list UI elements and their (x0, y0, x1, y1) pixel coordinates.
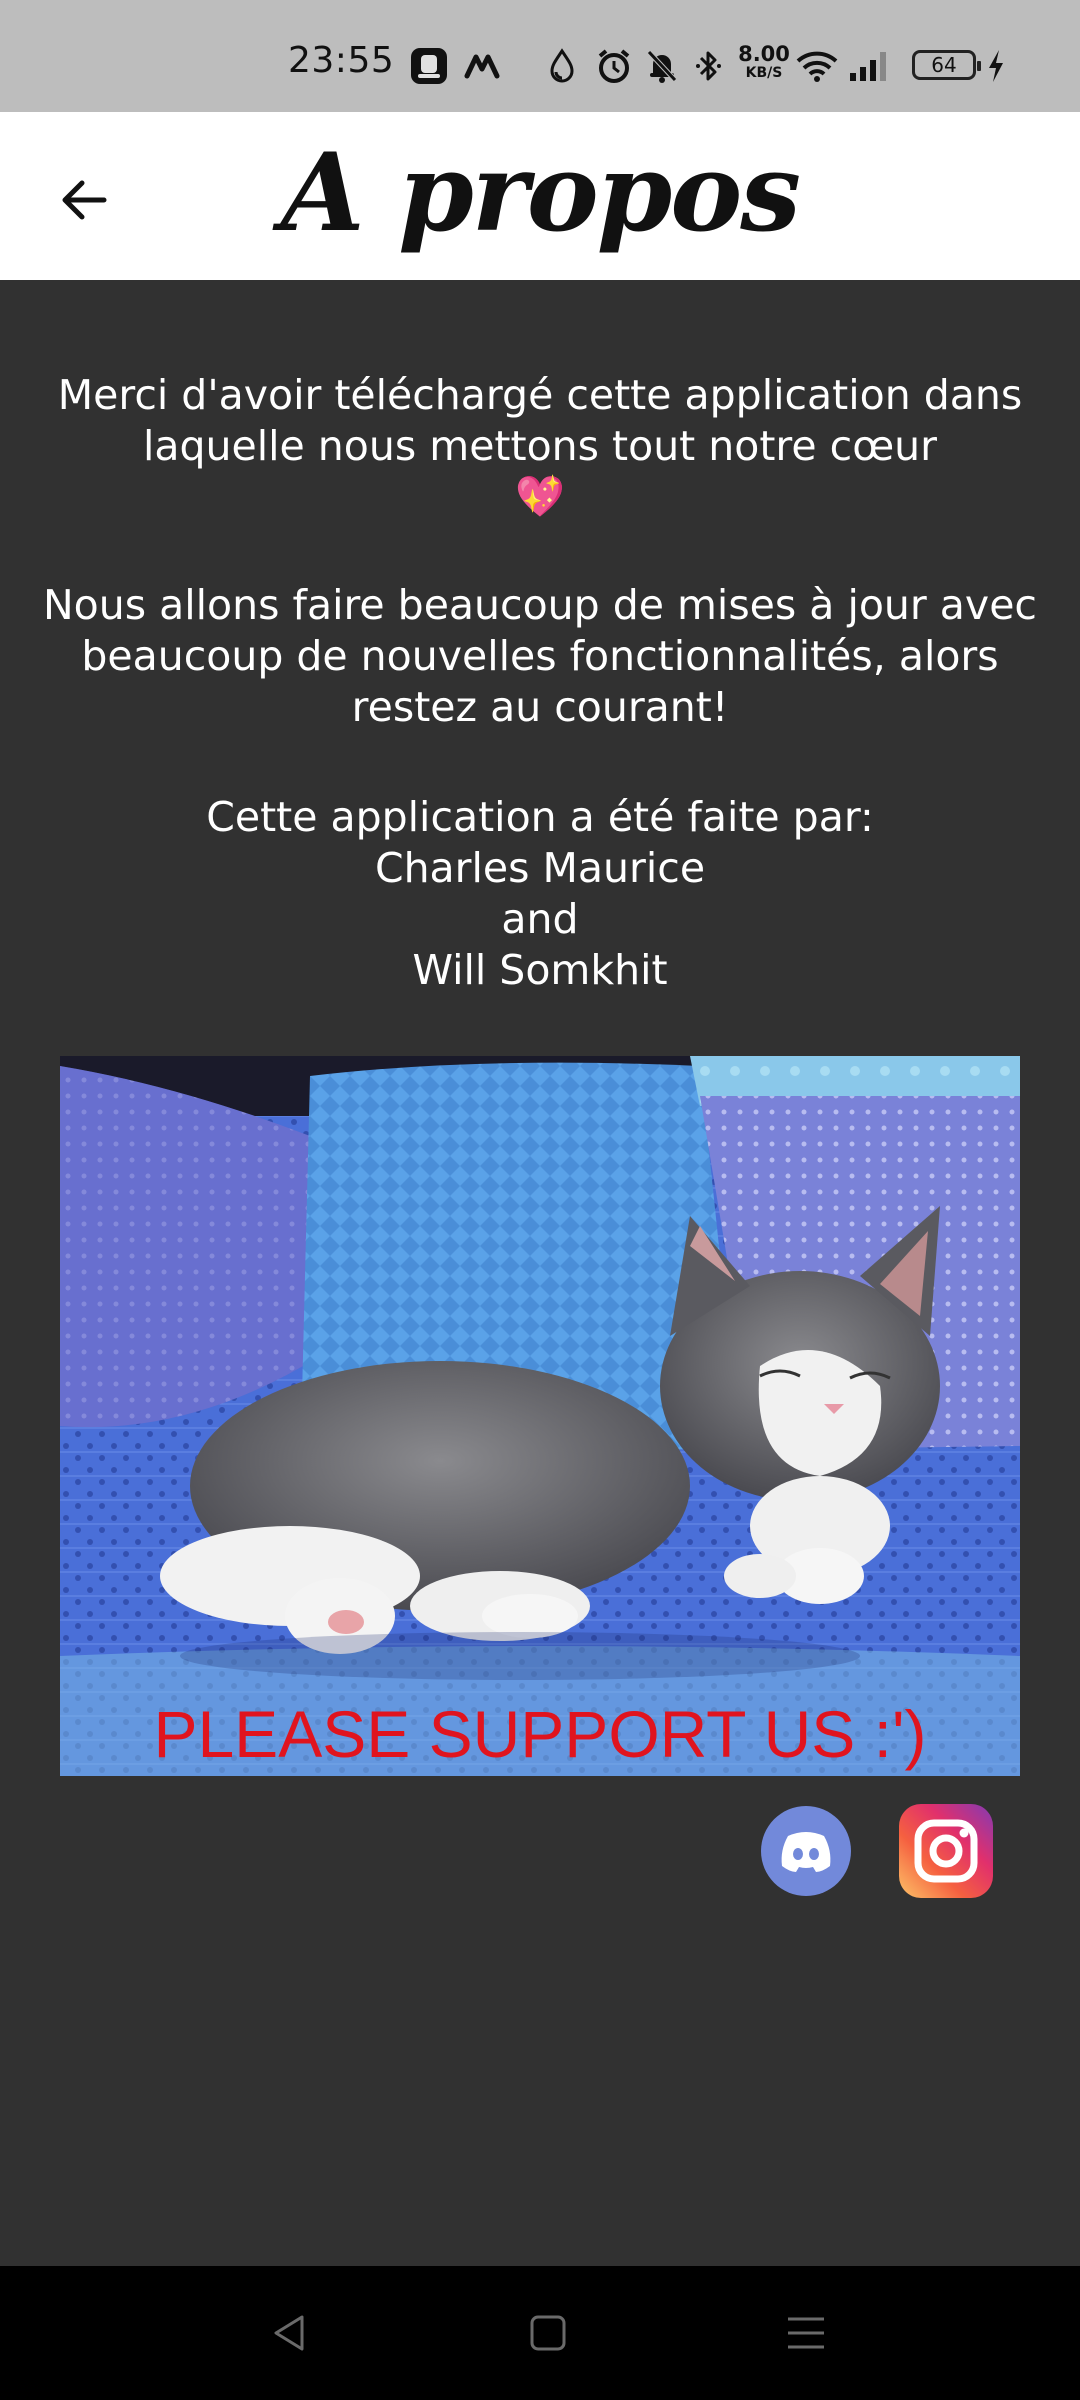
signal-icon (848, 46, 892, 86)
alarm-icon (596, 46, 632, 86)
app-notification-icon (410, 46, 448, 86)
home-square-icon (530, 2315, 566, 2351)
kitten-photo: PLEASE SUPPORT US :') (60, 1056, 1020, 1776)
network-speed: 8.00 KB/S (736, 42, 792, 81)
credits-intro: Cette application a été faite par: (206, 793, 874, 841)
welcome-paragraph: Merci d'avoir téléchargé cette applicati… (40, 370, 1040, 520)
credits-conjunction: and (501, 895, 579, 943)
muted-bell-icon (644, 46, 680, 86)
discord-button[interactable] (758, 1804, 854, 1898)
network-speed-value: 8.00 (738, 42, 790, 66)
system-nav-bar (0, 2266, 1080, 2400)
author-name: Charles Maurice (374, 844, 706, 892)
sparkling-heart-emoji: 💖 (515, 474, 565, 520)
bluetooth-icon (694, 46, 724, 86)
nav-back-button[interactable] (250, 2296, 330, 2370)
back-triangle-icon (274, 2315, 304, 2351)
welcome-text: Merci d'avoir téléchargé cette applicati… (57, 371, 1023, 470)
charging-icon (986, 46, 1006, 86)
nav-home-button[interactable] (508, 2296, 588, 2370)
author-name: Will Somkhit (412, 946, 668, 994)
network-speed-unit: KB/S (745, 65, 783, 81)
wifi-icon (796, 46, 838, 86)
instagram-icon (899, 1804, 993, 1898)
updates-paragraph: Nous allons faire beaucoup de mises à jo… (43, 581, 1037, 731)
app-header: A propos (0, 112, 1080, 280)
sleeping-kitten-image (60, 1056, 1020, 1776)
menu-lines-icon (788, 2317, 824, 2349)
battery-level: 64 (931, 53, 957, 77)
discord-icon (761, 1806, 851, 1896)
drop-icon (548, 46, 576, 86)
status-bar: 23:55 8.00 KB/S 64 (0, 0, 1080, 112)
nav-recents-button[interactable] (766, 2296, 846, 2370)
status-time: 23:55 (288, 40, 395, 81)
page-title: A propos (280, 130, 801, 256)
support-us-caption: PLEASE SUPPORT US :') (153, 1697, 927, 1771)
battery-icon: 64 (912, 50, 981, 80)
credits-block: Cette application a été faite par: Charl… (40, 792, 1040, 996)
instagram-button[interactable] (898, 1804, 994, 1898)
main-content: Merci d'avoir téléchargé cette applicati… (0, 280, 1080, 2266)
m-logo-icon (464, 46, 500, 86)
